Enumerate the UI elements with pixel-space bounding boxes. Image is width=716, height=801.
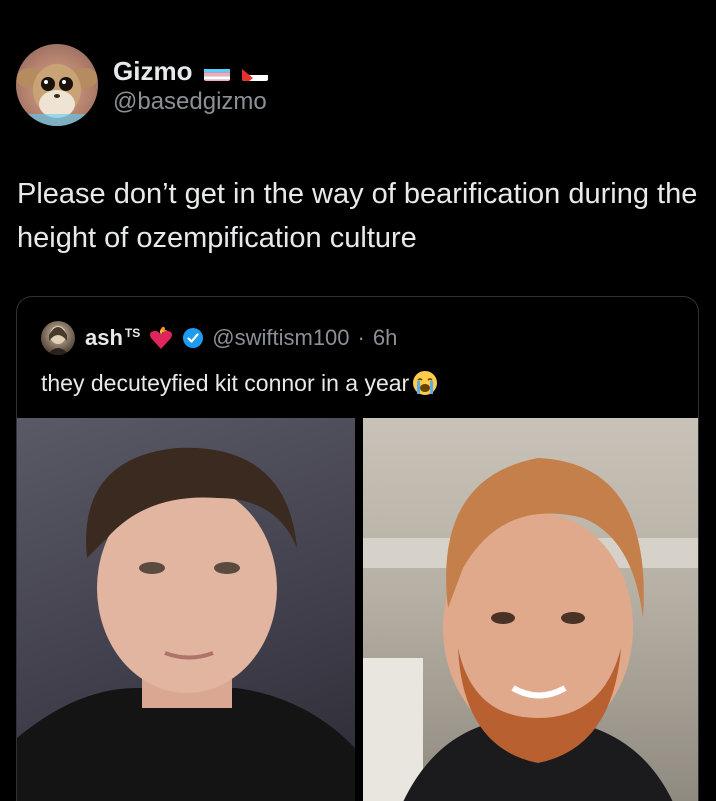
after-photo[interactable] [363, 418, 698, 801]
trans-flag-icon [204, 63, 231, 81]
quoted-author-avatar[interactable] [41, 321, 75, 355]
tweet-text: Please don’t get in the way of bearifica… [17, 178, 698, 254]
verified-badge-icon [182, 327, 204, 349]
gizmo-avatar-image [16, 44, 98, 126]
palestine-flag-icon [242, 63, 269, 81]
author-avatar[interactable] [16, 44, 98, 126]
quoted-author-name-superscript: TS [124, 325, 141, 340]
loudly-crying-face-icon [411, 369, 439, 397]
portrait-clean-shaven-image [17, 447, 355, 801]
quoted-author-handle[interactable]: @swiftism100 [212, 325, 349, 351]
quoted-tweet[interactable]: ash TS @swiftism100 · 6h they decuteyfied… [16, 296, 699, 801]
author-handle[interactable]: @basedgizmo [113, 88, 267, 116]
quoted-tweet-text-row: they decuteyfied kit connor in a year [41, 369, 439, 397]
separator-dot: · [357, 325, 365, 350]
before-photo[interactable] [17, 418, 355, 801]
tweet[interactable]: Gizmo @basedgizmo Please don’t get in th… [0, 0, 716, 801]
quoted-avatar-image [47, 326, 69, 355]
quoted-timestamp[interactable]: 6h [373, 325, 397, 351]
quoted-tweet-text: they decuteyfied kit connor in a year [41, 369, 410, 396]
author-name-row[interactable]: Gizmo [113, 56, 269, 87]
author-name[interactable]: Gizmo [113, 56, 192, 87]
portrait-bearded-image [363, 458, 698, 801]
quoted-header: ash TS @swiftism100 · 6h [85, 325, 397, 351]
quoted-author-name[interactable]: ash TS [85, 325, 140, 351]
flaming-heart-icon [148, 325, 174, 351]
